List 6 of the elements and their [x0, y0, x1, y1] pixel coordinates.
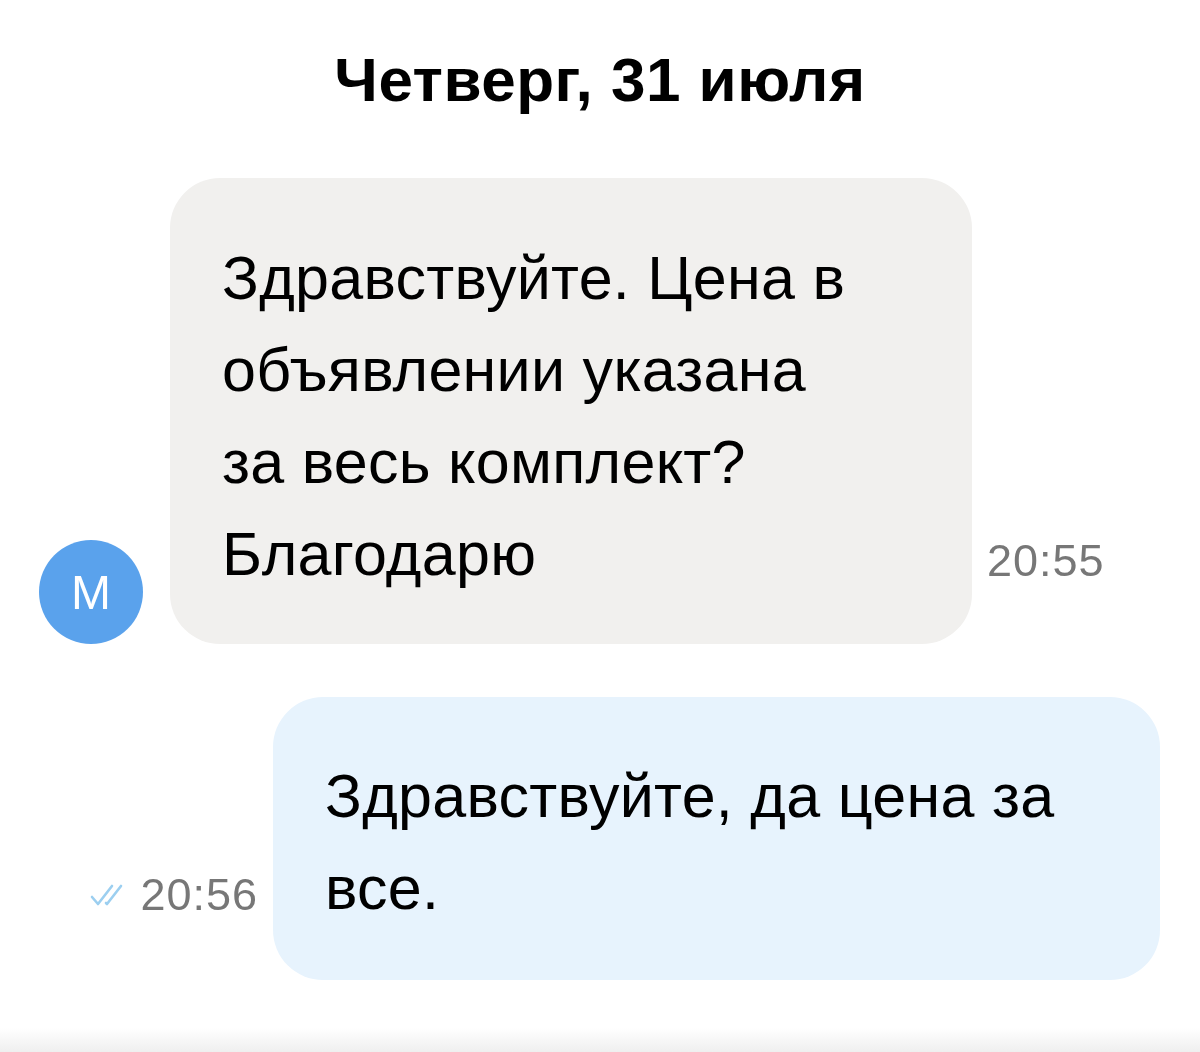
message-bubble: Здравствуйте, да цена за все.	[273, 697, 1160, 980]
message-time: 20:55	[987, 538, 1105, 584]
date-header: Четверг, 31 июля	[334, 44, 866, 116]
avatar[interactable]: М	[39, 540, 143, 644]
message-time: 20:56	[140, 872, 258, 918]
message-bubble: Здравствуйте. Цена в объявлении указана за весь комплект? Благодарю	[170, 178, 972, 644]
